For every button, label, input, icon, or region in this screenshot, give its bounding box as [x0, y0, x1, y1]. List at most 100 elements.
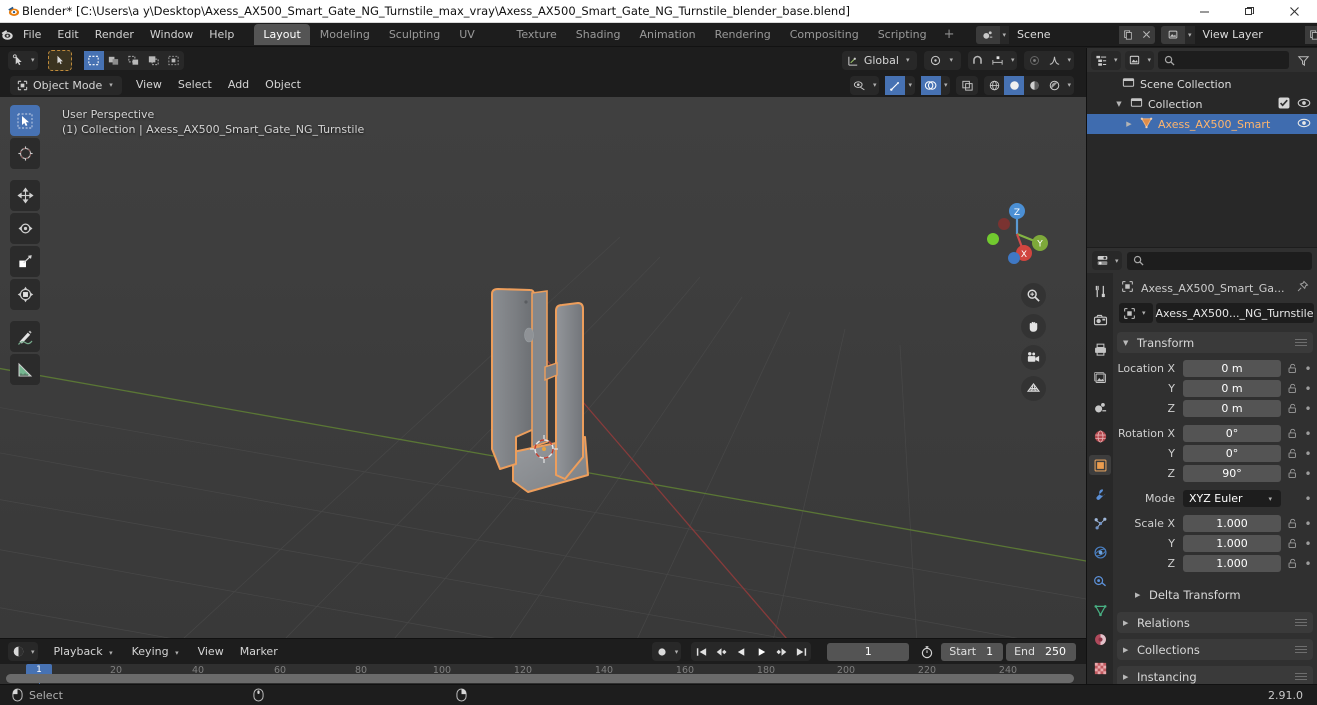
scale-y-field[interactable]: 1.000: [1183, 535, 1281, 552]
animate-property-dot[interactable]: •: [1303, 492, 1313, 506]
turnstile-model[interactable]: [0, 97, 1086, 638]
lock-icon[interactable]: [1285, 448, 1299, 459]
object-browse-caret-icon[interactable]: ▾: [1139, 309, 1149, 317]
scene-name[interactable]: Scene: [1009, 25, 1120, 44]
magnet-icon[interactable]: [968, 51, 988, 70]
particles-tab[interactable]: [1089, 513, 1111, 533]
stopwatch-icon[interactable]: [917, 642, 937, 661]
animate-property-dot[interactable]: •: [1303, 557, 1313, 571]
hand-pan-icon[interactable]: [1021, 314, 1046, 339]
animate-property-dot[interactable]: •: [1303, 467, 1313, 481]
viewport-menu-view[interactable]: View: [128, 76, 170, 94]
pivot-point-dropdown[interactable]: ▾: [924, 50, 961, 70]
timeline-ruler[interactable]: 20 40 60 80 100 120 140 160 180 200 220 …: [0, 664, 1086, 685]
collections-panel-header[interactable]: ▶ Collections: [1117, 639, 1313, 660]
chevron-right-icon[interactable]: ▶: [1135, 591, 1143, 599]
outliner-type-caret-icon[interactable]: ▾: [1111, 56, 1121, 64]
outliner-display-mode[interactable]: ▾: [1124, 50, 1155, 70]
texture-tab[interactable]: [1089, 658, 1111, 678]
select-extend-icon[interactable]: [124, 51, 144, 70]
auto-key-caret-icon[interactable]: ▾: [672, 648, 682, 656]
location-z-field[interactable]: 0 m: [1183, 400, 1281, 417]
timeline-menu-view[interactable]: View: [190, 643, 232, 661]
timeline-type-caret-icon[interactable]: ▾: [28, 648, 38, 656]
timeline-menu-playback[interactable]: Playback ▾: [46, 643, 124, 661]
chevron-right-icon[interactable]: ▶: [1123, 120, 1135, 128]
chevron-right-icon[interactable]: ▶: [1123, 673, 1131, 681]
tab-sculpting[interactable]: Sculpting: [380, 24, 449, 45]
view-layer-display-icon[interactable]: [1125, 51, 1145, 70]
prev-keyframe-icon[interactable]: [711, 642, 731, 661]
delta-transform-panel-header[interactable]: ▶ Delta Transform: [1117, 584, 1313, 605]
rotation-z-field[interactable]: 90°: [1183, 465, 1281, 482]
navigation-gizmo[interactable]: Z Y X: [980, 197, 1054, 271]
overlays-icon[interactable]: [920, 75, 941, 95]
output-tab[interactable]: [1089, 339, 1111, 359]
cursor-tool[interactable]: [10, 138, 40, 169]
pin-icon[interactable]: [1296, 280, 1309, 296]
chevron-down-icon[interactable]: ▼: [1123, 339, 1131, 347]
lock-icon[interactable]: [1285, 468, 1299, 479]
chevron-right-icon[interactable]: ▶: [1123, 646, 1131, 654]
new-scene-button[interactable]: [1119, 25, 1138, 44]
outliner-icon[interactable]: [1091, 51, 1111, 70]
menu-edit[interactable]: Edit: [49, 26, 86, 44]
scale-x-field[interactable]: 1.000: [1183, 515, 1281, 532]
keying-caret-icon[interactable]: ▾: [172, 649, 182, 657]
tool-caret-icon[interactable]: ▾: [28, 56, 38, 64]
animate-property-dot[interactable]: •: [1303, 382, 1313, 396]
proportional-edit-icon[interactable]: [1024, 51, 1044, 70]
active-tool-icon[interactable]: [8, 51, 28, 70]
next-keyframe-icon[interactable]: [771, 642, 791, 661]
pivot-caret-icon[interactable]: ▾: [946, 56, 956, 64]
lock-icon[interactable]: [1285, 518, 1299, 529]
menu-render[interactable]: Render: [87, 26, 142, 44]
start-frame-field[interactable]: Start 1: [941, 642, 1004, 661]
lock-icon[interactable]: [1285, 558, 1299, 569]
outliner-search-input[interactable]: [1158, 51, 1289, 69]
animate-property-dot[interactable]: •: [1303, 447, 1313, 461]
lock-icon[interactable]: [1285, 383, 1299, 394]
mode-caret-icon[interactable]: ▾: [106, 81, 116, 89]
object-datablock-picker[interactable]: ▾: [1119, 303, 1153, 323]
tab-modeling[interactable]: Modeling: [311, 24, 379, 45]
object-tab[interactable]: [1089, 455, 1111, 475]
rotate-tool[interactable]: [10, 213, 40, 244]
outliner-row-object[interactable]: ▶ Axess_AX500_Smart: [1087, 114, 1317, 134]
close-button[interactable]: [1272, 0, 1317, 23]
rotation-y-field[interactable]: 0°: [1183, 445, 1281, 462]
scene-datablock[interactable]: ▾ Scene: [975, 25, 1156, 44]
select-box-icon[interactable]: [83, 50, 104, 70]
rotation-mode-dropdown[interactable]: XYZ Euler ▾: [1183, 490, 1281, 507]
object-data-tab[interactable]: [1089, 600, 1111, 620]
tab-animation[interactable]: Animation: [630, 24, 704, 45]
minimize-button[interactable]: [1182, 0, 1227, 23]
properties-icon[interactable]: [1092, 251, 1112, 270]
world-tab[interactable]: [1089, 426, 1111, 446]
maximize-button[interactable]: [1227, 0, 1272, 23]
play-icon[interactable]: [751, 642, 771, 661]
menu-help[interactable]: Help: [201, 26, 242, 44]
tab-layout[interactable]: Layout: [254, 24, 310, 45]
camera-icon[interactable]: [1021, 345, 1046, 370]
select-tweak-icon[interactable]: [104, 51, 124, 70]
view-layer-name[interactable]: View Layer: [1194, 25, 1305, 44]
viewport-menu-add[interactable]: Add: [220, 76, 257, 94]
snap-caret-icon[interactable]: ▾: [1008, 56, 1018, 64]
xray-toggle-icon[interactable]: [956, 75, 979, 95]
eye-icon[interactable]: [1297, 97, 1311, 112]
transform-orientation-dropdown[interactable]: Global ▾: [841, 50, 918, 70]
falloff-caret-icon[interactable]: ▾: [1064, 56, 1074, 64]
transform-tool[interactable]: [10, 279, 40, 310]
lock-icon[interactable]: [1285, 538, 1299, 549]
instancing-panel-header[interactable]: ▶ Instancing: [1117, 666, 1313, 684]
scene-tab[interactable]: [1089, 397, 1111, 417]
checkbox-icon[interactable]: [1278, 97, 1290, 112]
relations-panel-header[interactable]: ▶ Relations: [1117, 612, 1313, 633]
snap-target-icon[interactable]: [988, 51, 1008, 70]
playback-caret-icon[interactable]: ▾: [106, 649, 116, 657]
add-workspace-button[interactable]: +: [937, 27, 962, 42]
select-subtract-icon[interactable]: [144, 51, 164, 70]
animate-property-dot[interactable]: •: [1303, 517, 1313, 531]
modifiers-tab[interactable]: [1089, 484, 1111, 504]
